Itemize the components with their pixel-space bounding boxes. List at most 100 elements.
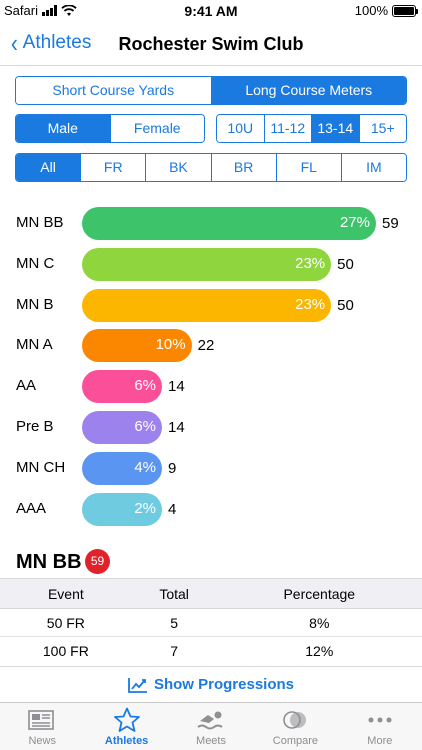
age-tab-13-14[interactable]: 13-14 xyxy=(311,115,359,142)
chart-percent-label: 23% xyxy=(295,254,326,272)
tab-label: Meets xyxy=(196,735,226,747)
chart-count-label: 9 xyxy=(168,459,177,477)
stroke-selector: All FR BK BR FL IM xyxy=(15,153,407,182)
chart-category-label: Pre B xyxy=(16,418,54,435)
count-badge: 59 xyxy=(85,549,110,574)
chart-count-label: 4 xyxy=(168,500,177,518)
tab-athletes[interactable]: Athletes xyxy=(84,703,168,750)
percentage-cell: 12% xyxy=(305,642,334,659)
course-tab-short-course-yards[interactable]: Short Course Yards xyxy=(16,77,211,104)
show-progressions-button[interactable]: Show Progressions xyxy=(0,666,422,702)
gender-tab-male[interactable]: Male xyxy=(16,115,110,142)
chart-bar[interactable]: 27% xyxy=(82,207,376,240)
chart-category-label: MN CH xyxy=(16,458,66,476)
age-tab-11-12[interactable]: 11-12 xyxy=(263,115,311,142)
chart-percent-label: 4% xyxy=(134,458,156,476)
battery-icon xyxy=(392,4,418,17)
detail-title: MN BB xyxy=(16,551,82,573)
chart-count-label: 22 xyxy=(197,337,215,355)
age-tab-10u[interactable]: 10U xyxy=(217,115,264,142)
chart-row[interactable]: AA 6% 14 xyxy=(0,370,422,404)
chart-row[interactable]: MN BB 27% 59 xyxy=(0,207,422,240)
chart-percent-label: 23% xyxy=(295,295,326,313)
chart-bar[interactable]: 10% xyxy=(82,329,192,363)
chart-bar[interactable]: 23% xyxy=(82,288,332,322)
table-row[interactable]: 100 FR 7 12% xyxy=(0,637,422,665)
chart-count-label: 14 xyxy=(168,419,185,436)
column-header-event: Event xyxy=(0,578,132,609)
stroke-tab-fr[interactable]: FR xyxy=(80,154,146,181)
percentage-cell: 8% xyxy=(216,608,422,637)
chart-count-label: 14 xyxy=(168,378,185,396)
star-icon xyxy=(113,707,140,732)
chart-bar[interactable]: 6% xyxy=(82,411,162,444)
chart-bar[interactable]: 23% xyxy=(82,247,332,281)
chart-percent-label: 6% xyxy=(134,418,156,435)
tab-bar: News Athletes Meets Compare More xyxy=(0,702,422,750)
tab-more[interactable]: More xyxy=(338,703,422,750)
chart-count-label: 50 xyxy=(337,296,354,314)
swimmer-icon xyxy=(197,711,223,730)
column-header-percentage: Percentage xyxy=(216,578,422,609)
chart-category-label: MN B xyxy=(16,295,54,313)
table-header-row: Event Total Percentage xyxy=(0,578,422,609)
chart-row[interactable]: MN CH 4% 9 xyxy=(0,451,422,485)
stroke-tab-fl[interactable]: FL xyxy=(275,154,341,181)
chart-bar[interactable]: 4% xyxy=(82,451,162,485)
table-row[interactable]: 50 FR 5 8% xyxy=(0,608,422,637)
chart-category-label: MN BB xyxy=(16,214,64,231)
chart-category-label: MN C xyxy=(16,254,55,272)
age-group-selector: 10U 11-12 13-14 15+ xyxy=(216,114,407,143)
chart-row[interactable]: MN C 23% 50 xyxy=(0,247,422,281)
chart-row[interactable]: MN A 10% 22 xyxy=(0,329,422,363)
battery-label: 100% xyxy=(354,3,388,18)
gender-selector: Male Female xyxy=(15,114,205,143)
event-cell: 50 FR xyxy=(0,608,132,637)
chart-percent-label: 10% xyxy=(155,336,186,354)
tab-news[interactable]: News xyxy=(0,703,84,750)
chart-percent-label: 6% xyxy=(134,377,156,395)
chart-row[interactable]: Pre B 6% 14 xyxy=(0,411,422,444)
events-table: Event Total Percentage 50 FR 5 8% 100 FR… xyxy=(0,578,422,665)
stroke-tab-br[interactable]: BR xyxy=(210,154,276,181)
chevron-left-icon: ‹ xyxy=(10,28,18,58)
chart-category-label: MN A xyxy=(16,336,53,354)
stroke-tab-all[interactable]: All xyxy=(16,154,81,181)
stroke-tab-im[interactable]: IM xyxy=(340,154,406,181)
tab-label: News xyxy=(28,735,56,747)
age-tab-15-[interactable]: 15+ xyxy=(358,115,406,142)
tab-compare[interactable]: Compare xyxy=(253,703,337,750)
show-progressions-label: Show Progressions xyxy=(153,676,295,693)
total-cell: 5 xyxy=(131,608,217,637)
chart-category-label: AAA xyxy=(16,499,47,517)
event-cell: 100 FR xyxy=(42,642,89,659)
chart-percent-label: 2% xyxy=(134,499,156,517)
status-bar: Safari 9:41 AM 100% xyxy=(0,0,422,22)
chart-row[interactable]: MN B 23% 50 xyxy=(0,288,422,322)
chart-bar[interactable]: 2% xyxy=(82,492,162,526)
trend-chart-icon xyxy=(128,677,147,693)
course-tab-long-course-meters[interactable]: Long Course Meters xyxy=(210,77,406,104)
news-icon xyxy=(28,710,55,730)
more-icon xyxy=(368,717,392,723)
total-cell: 7 xyxy=(170,642,179,659)
chart-percent-label: 27% xyxy=(339,214,370,231)
gender-tab-female[interactable]: Female xyxy=(109,115,204,142)
tab-meets[interactable]: Meets xyxy=(169,703,253,750)
chart-row[interactable]: AAA 2% 4 xyxy=(0,492,422,526)
tab-label: More xyxy=(367,735,393,747)
status-right: 100% xyxy=(354,3,418,18)
stroke-tab-bk[interactable]: BK xyxy=(145,154,211,181)
chart-category-label: AA xyxy=(16,377,37,395)
chart-bar[interactable]: 6% xyxy=(82,370,162,404)
chart-count-label: 50 xyxy=(337,255,354,273)
tab-label: Athletes xyxy=(104,735,149,747)
course-selector: Short Course Yards Long Course Meters xyxy=(15,76,407,105)
column-header-total: Total xyxy=(131,578,217,609)
chart-count-label: 59 xyxy=(382,215,399,232)
back-button[interactable]: ‹ Athletes xyxy=(10,30,91,56)
back-label: Athletes xyxy=(22,32,92,53)
compare-icon xyxy=(283,711,307,729)
tab-label: Compare xyxy=(272,735,319,747)
nav-bar: ‹ Athletes Rochester Swim Club xyxy=(0,22,422,66)
